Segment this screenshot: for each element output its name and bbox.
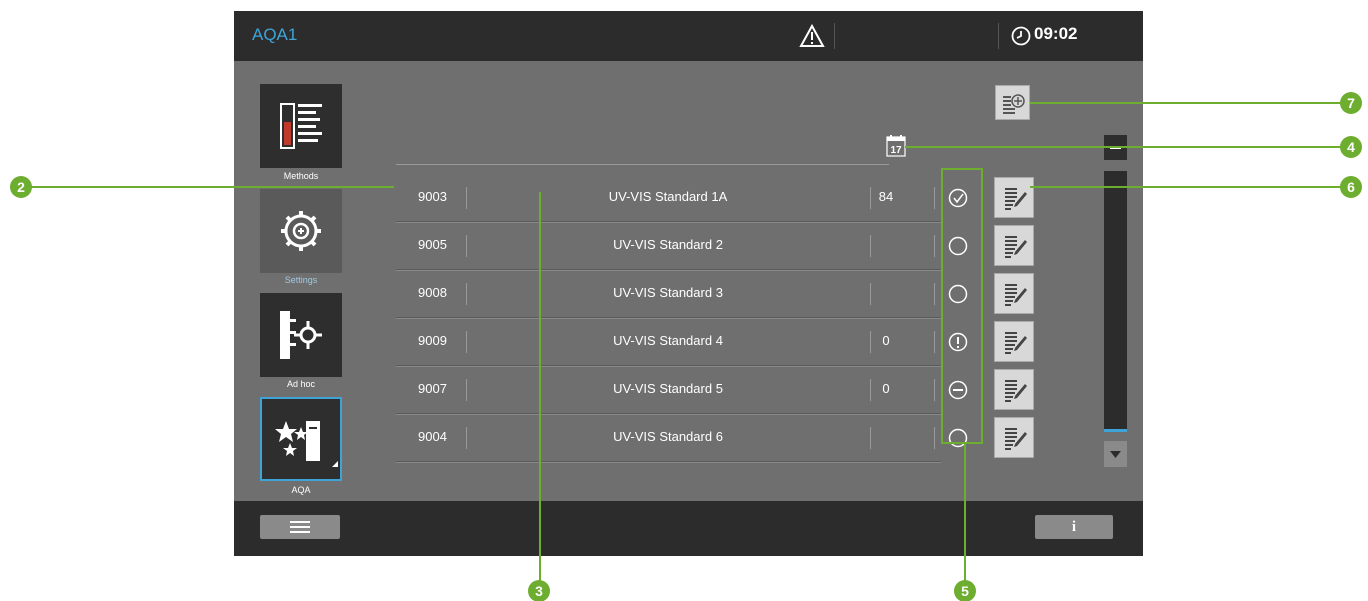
table-header-line (396, 164, 889, 165)
info-button[interactable]: i (1035, 515, 1113, 539)
add-list-icon (1003, 94, 1025, 114)
table-row[interactable]: 9009 UV-VIS Standard 4 0 (396, 319, 1034, 367)
nav-label-methods: Methods (283, 171, 319, 181)
nav-label-settings: Settings (284, 275, 318, 285)
row-count: 84 (878, 189, 894, 204)
row-id: 9007 (418, 381, 447, 396)
ad-hoc-icon (280, 311, 322, 359)
callout-line-3 (539, 192, 541, 584)
divider (466, 427, 467, 449)
row-name: UV-VIS Standard 2 (613, 237, 723, 252)
edit-method-button[interactable] (994, 417, 1034, 458)
divider (466, 187, 467, 209)
scroll-track[interactable] (1104, 171, 1127, 431)
divider (998, 23, 999, 49)
callout-line-6 (1030, 186, 1347, 188)
divider (466, 235, 467, 257)
add-method-button[interactable] (995, 85, 1030, 120)
row-count: 0 (882, 333, 890, 348)
row-name: UV-VIS Standard 6 (613, 429, 723, 444)
nav-methods[interactable] (260, 84, 342, 168)
edit-method-button[interactable] (994, 225, 1034, 266)
bottom-bar: i (234, 501, 1143, 556)
callout-line-4 (905, 146, 1347, 148)
divider (870, 235, 871, 257)
calendar-day: 17 (890, 145, 902, 156)
divider (934, 187, 935, 209)
methods-icon (280, 103, 322, 149)
row-count: 0 (882, 381, 890, 396)
nav-ad-hoc[interactable] (260, 293, 342, 377)
divider (934, 331, 935, 353)
table-row[interactable]: 9007 UV-VIS Standard 5 0 (396, 367, 1034, 415)
row-name: UV-VIS Standard 4 (613, 333, 723, 348)
aqa-stars-icon (275, 421, 338, 467)
divider (834, 23, 835, 49)
hamburger-icon (290, 521, 310, 533)
status-column-highlight (941, 168, 983, 444)
menu-button[interactable] (260, 515, 340, 539)
callout-line-2 (31, 186, 394, 188)
table-row[interactable]: 9004 UV-VIS Standard 6 (396, 415, 1034, 463)
nav-settings[interactable] (260, 189, 342, 273)
edit-list-icon (1005, 332, 1027, 354)
divider (934, 283, 935, 305)
edit-list-icon (1005, 380, 1027, 402)
row-id: 9009 (418, 333, 447, 348)
table-row[interactable]: 9003 UV-VIS Standard 1A 84 (396, 175, 1034, 223)
divider (870, 283, 871, 305)
divider (934, 427, 935, 449)
callout-line-7 (1030, 102, 1347, 104)
top-bar: AQA1 09:02 (234, 11, 1143, 61)
row-name: UV-VIS Standard 5 (613, 381, 723, 396)
callout-badge-5: 5 (954, 580, 976, 601)
nav-label-aqa: AQA (291, 485, 311, 495)
clock-icon (1011, 26, 1031, 46)
divider (934, 235, 935, 257)
divider (466, 283, 467, 305)
nav-aqa[interactable] (260, 397, 342, 481)
row-id: 9004 (418, 429, 447, 444)
row-id: 9003 (418, 189, 447, 204)
clock-time: 09:02 (1034, 24, 1078, 43)
edit-list-icon (1005, 284, 1027, 306)
calendar-icon[interactable]: 17 (886, 134, 906, 157)
callout-badge-7: 7 (1340, 92, 1362, 114)
warning-triangle-icon[interactable] (799, 24, 825, 48)
divider (466, 379, 467, 401)
row-divider (396, 462, 941, 463)
edit-method-button[interactable] (994, 369, 1034, 410)
row-id: 9008 (418, 285, 447, 300)
edit-method-button[interactable] (994, 273, 1034, 314)
nav-label-ad-hoc: Ad hoc (286, 379, 316, 389)
app-title: AQA1 (252, 25, 298, 44)
scroll-thumb[interactable] (1104, 429, 1127, 432)
info-label: i (1071, 518, 1077, 535)
edit-method-button[interactable] (994, 177, 1034, 218)
row-id: 9005 (418, 237, 447, 252)
row-name: UV-VIS Standard 3 (613, 285, 723, 300)
edit-list-icon (1005, 188, 1027, 210)
row-name: UV-VIS Standard 1A (608, 189, 728, 204)
scroll-down-button[interactable] (1104, 441, 1127, 467)
callout-badge-4: 4 (1340, 136, 1362, 158)
device-screen: AQA1 09:02 Methods Settings Ad hoc AQA 1… (234, 11, 1143, 556)
callout-badge-6: 6 (1340, 176, 1362, 198)
divider (934, 379, 935, 401)
edit-list-icon (1005, 236, 1027, 258)
settings-gear-icon (281, 211, 321, 251)
divider (870, 427, 871, 449)
table-row[interactable]: 9005 UV-VIS Standard 2 (396, 223, 1034, 271)
table-row[interactable]: 9008 UV-VIS Standard 3 (396, 271, 1034, 319)
divider (466, 331, 467, 353)
callout-badge-3: 3 (528, 580, 550, 601)
edit-list-icon (1005, 428, 1027, 450)
callout-line-5 (964, 444, 966, 584)
callout-badge-2: 2 (10, 176, 32, 198)
edit-method-button[interactable] (994, 321, 1034, 362)
